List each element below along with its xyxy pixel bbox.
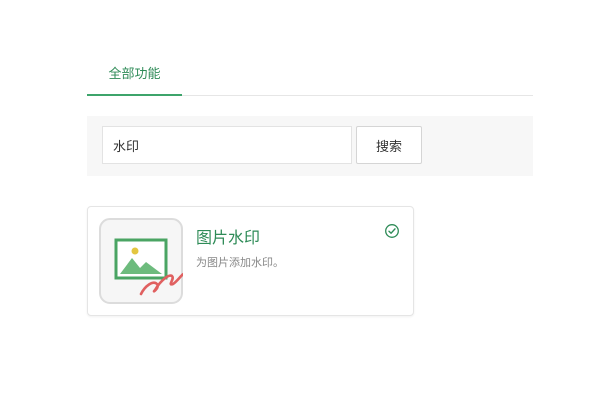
page: 全部功能 搜索 图片水印 为图片添加水印。 — [0, 0, 600, 400]
check-circle-icon — [385, 224, 399, 238]
search-panel: 搜索 — [87, 116, 533, 176]
app-title[interactable]: 图片水印 — [196, 224, 260, 248]
tab-all-features[interactable]: 全部功能 — [87, 60, 182, 96]
search-button[interactable]: 搜索 — [356, 126, 422, 164]
search-input[interactable] — [102, 126, 352, 164]
app-description: 为图片添加水印。 — [196, 256, 284, 269]
image-watermark-icon — [99, 218, 183, 304]
tab-bar: 全部功能 — [87, 60, 533, 96]
app-card-image-watermark[interactable]: 图片水印 为图片添加水印。 — [87, 206, 414, 316]
